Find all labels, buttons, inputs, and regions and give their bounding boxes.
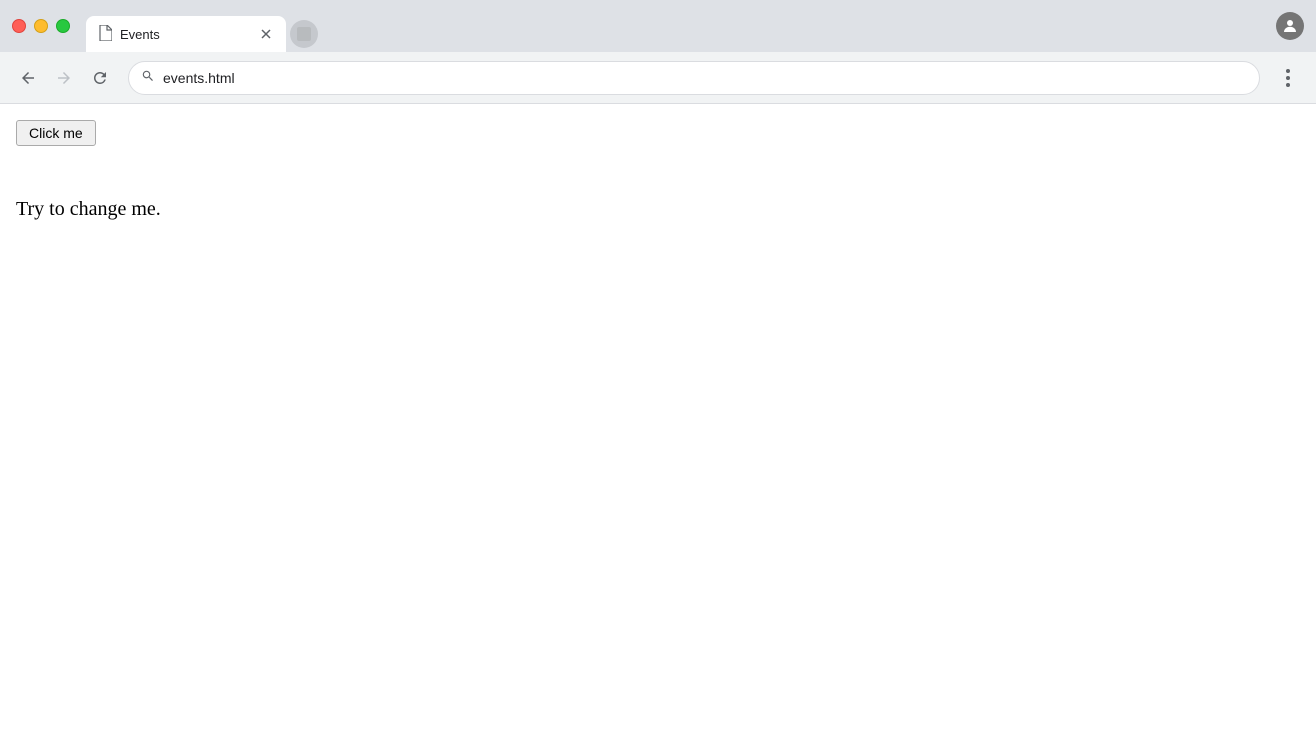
tab-page-icon <box>98 25 112 44</box>
profile-avatar[interactable] <box>1276 12 1304 40</box>
tab-title: Events <box>120 27 250 42</box>
url-text: events.html <box>163 70 1247 86</box>
traffic-lights <box>12 19 70 33</box>
search-icon <box>141 69 155 86</box>
minimize-button[interactable] <box>34 19 48 33</box>
paragraph-text: Try to change me. <box>16 198 1300 221</box>
new-tab-button[interactable] <box>290 20 318 48</box>
reload-button[interactable] <box>84 62 116 94</box>
address-bar[interactable]: events.html <box>128 61 1260 95</box>
forward-button[interactable] <box>48 62 80 94</box>
tab-close-button[interactable] <box>258 26 274 42</box>
page-content: Click me Try to change me. <box>0 104 1316 237</box>
title-bar: Events <box>0 0 1316 52</box>
back-button[interactable] <box>12 62 44 94</box>
more-menu-button[interactable] <box>1272 62 1304 94</box>
tabs-container: Events <box>86 0 1276 52</box>
browser-chrome: Events <box>0 0 1316 237</box>
nav-bar: events.html <box>0 52 1316 104</box>
close-button[interactable] <box>12 19 26 33</box>
active-tab[interactable]: Events <box>86 16 286 52</box>
maximize-button[interactable] <box>56 19 70 33</box>
click-me-button[interactable]: Click me <box>16 120 96 146</box>
